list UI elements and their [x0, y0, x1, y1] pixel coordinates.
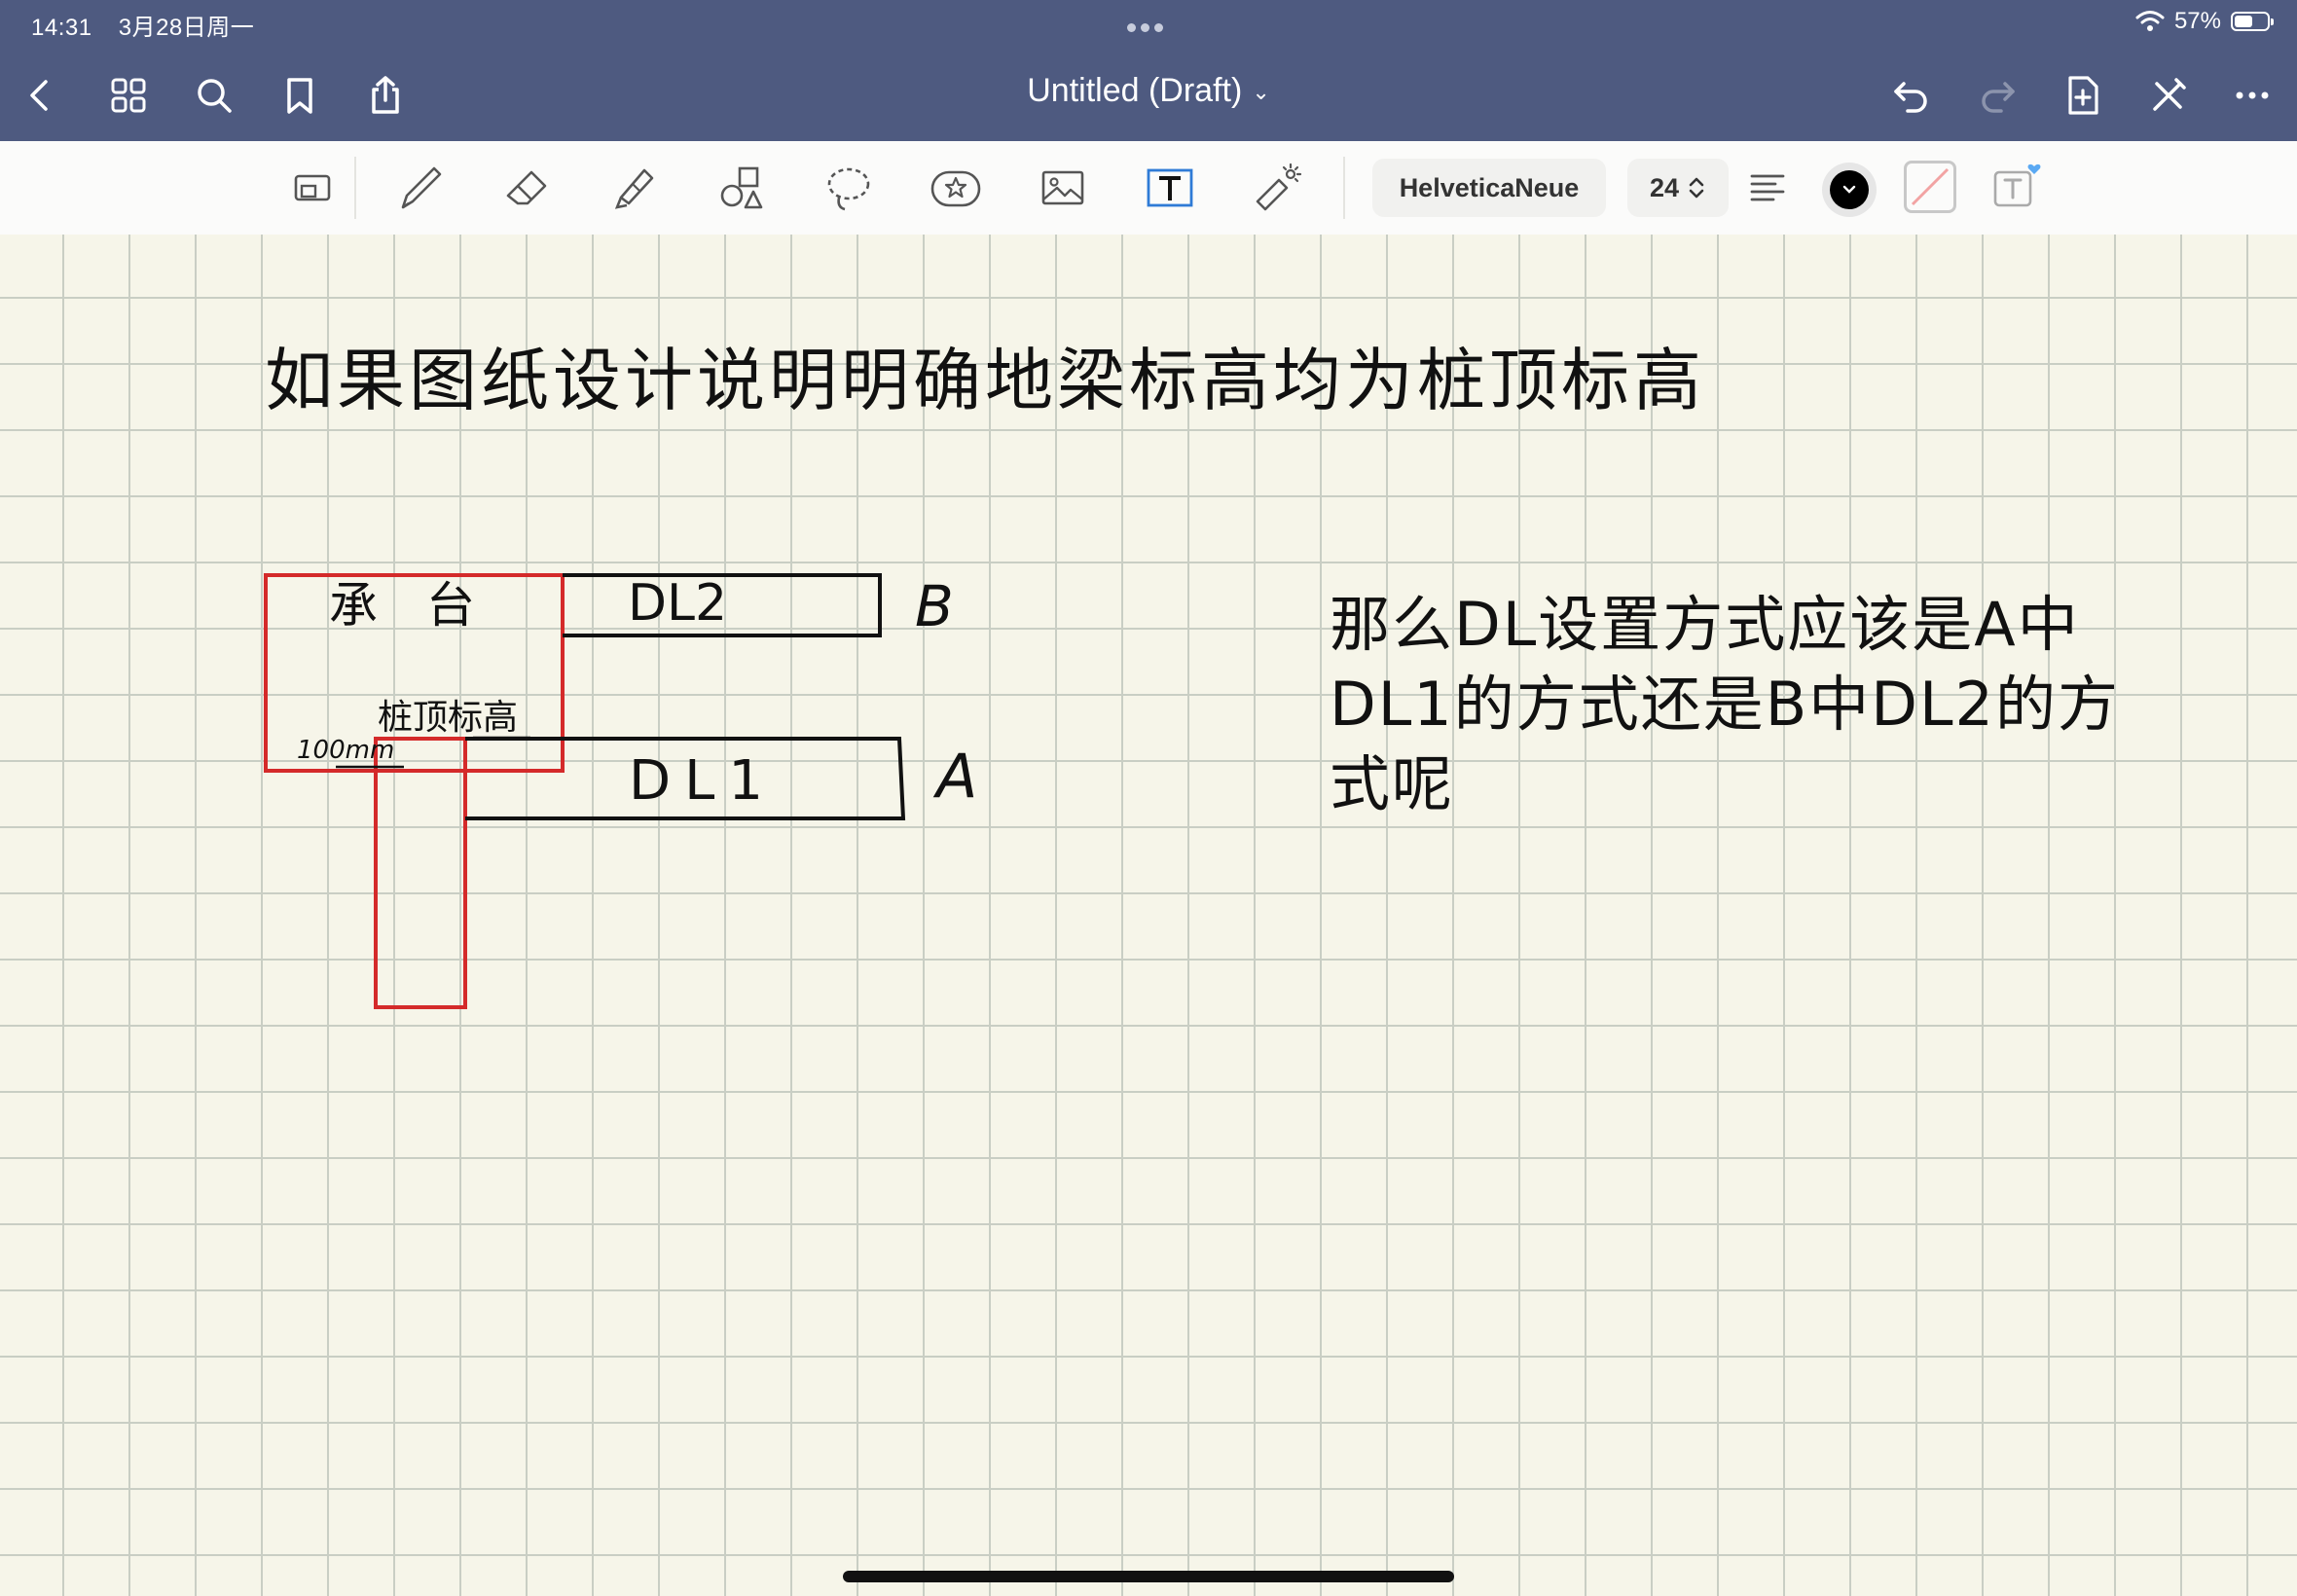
undo-icon: [1894, 82, 1927, 113]
handwritten-question: 那么DL设置方式应该是A中 DL1的方式还是B中DL2的方 式呢: [1330, 585, 2186, 824]
image-icon: [1041, 170, 1084, 205]
toolbar-divider: [354, 157, 356, 219]
laser-pointer-icon: [1256, 163, 1302, 211]
zoom-window-tool[interactable]: [280, 155, 346, 221]
top-app-bar: 14:31 3月28日周一 57% Untitled (Draft) ⌄: [0, 0, 2297, 141]
sticker-icon: [930, 170, 981, 207]
share-icon: [372, 76, 399, 114]
home-indicator[interactable]: [843, 1571, 1454, 1582]
more-button[interactable]: [2225, 68, 2279, 123]
add-page-button[interactable]: [2056, 68, 2110, 123]
note-canvas[interactable]: 如果图纸设计说明明确地梁标高均为桩顶标高 承 台 桩顶标高 100mm DL2 …: [0, 235, 2297, 1596]
font-size-select[interactable]: 24: [1627, 159, 1729, 217]
shapes-tool[interactable]: [709, 155, 775, 221]
close-pen-icon: [2153, 78, 2186, 111]
thumbnails-button[interactable]: [101, 68, 156, 123]
align-left-icon: [1750, 174, 1785, 201]
text-color-picker[interactable]: [1822, 163, 1877, 217]
lasso-icon: [827, 167, 870, 211]
search-icon: [198, 79, 232, 113]
fill-color-picker[interactable]: [1904, 161, 1956, 213]
shapes-icon: [720, 166, 763, 209]
status-time: 14:31: [31, 15, 92, 41]
beam-dl1-label: DL1: [629, 749, 777, 813]
back-chevron-icon: [30, 80, 48, 111]
pen-tool[interactable]: [387, 155, 454, 221]
battery-percent: 57%: [2173, 8, 2221, 34]
toolbar-divider: [1343, 157, 1345, 219]
eraser-icon: [506, 170, 547, 205]
sticker-tool[interactable]: [923, 155, 989, 221]
pen-gesture-button[interactable]: [2141, 68, 2196, 123]
font-family-value: HelveticaNeue: [1399, 172, 1580, 202]
image-tool[interactable]: [1030, 155, 1096, 221]
option-a-label: A: [932, 741, 977, 812]
document-title-button[interactable]: Untitled (Draft) ⌄: [973, 72, 1324, 110]
bookmark-icon: [287, 78, 312, 114]
no-fill-icon: [1911, 167, 1950, 206]
share-button[interactable]: [358, 68, 413, 123]
undo-button[interactable]: [1884, 68, 1939, 123]
redo-button[interactable]: [1970, 68, 2024, 123]
zoom-window-icon: [294, 174, 331, 201]
option-b-label: B: [915, 573, 954, 639]
lasso-tool[interactable]: [816, 155, 882, 221]
question-line: 那么DL设置方式应该是A中: [1330, 589, 2080, 660]
beam-dl2-label: DL2: [628, 574, 727, 633]
eraser-tool[interactable]: [494, 155, 561, 221]
redo-icon: [1982, 82, 2015, 113]
chevron-updown-icon: [1689, 177, 1704, 199]
battery-icon: [2231, 12, 2274, 31]
highlighter-icon: [614, 168, 654, 209]
title-chevron-icon: ⌄: [1252, 80, 1270, 105]
add-page-icon: [2068, 76, 2098, 115]
text-style-button[interactable]: [1982, 155, 2048, 221]
battery-fill: [2235, 16, 2253, 27]
color-chevron-icon: [1830, 170, 1869, 209]
text-align-button[interactable]: [1736, 157, 1799, 219]
font-family-select[interactable]: HelveticaNeue: [1372, 159, 1606, 217]
highlighter-tool[interactable]: [602, 155, 668, 221]
status-bar-right: 57%: [2135, 8, 2274, 35]
grid-icon: [111, 78, 146, 113]
laser-pointer-tool[interactable]: [1244, 155, 1310, 221]
question-line: 式呢: [1330, 748, 1455, 819]
status-bar-left: 14:31 3月28日周一: [31, 8, 273, 42]
text-tool[interactable]: [1137, 155, 1203, 221]
bookmark-button[interactable]: [273, 68, 327, 123]
pen-icon: [401, 166, 442, 209]
text-box-icon: [1993, 163, 2041, 207]
pile-top-elevation-label: 桩顶标高: [378, 698, 518, 738]
wifi-icon: [2135, 11, 2165, 31]
pile-outline: [374, 737, 467, 1009]
pile-cap-label: 承 台: [329, 577, 475, 634]
drawing-toolbar: HelveticaNeue 24: [0, 141, 2297, 236]
back-button[interactable]: [14, 68, 68, 123]
offset-100mm-label: 100mm: [297, 736, 394, 765]
more-icon: [2236, 91, 2269, 99]
font-size-value: 24: [1649, 172, 1680, 202]
structural-sketch: 承 台 桩顶标高 100mm DL2 DL1 B A: [264, 573, 977, 1009]
status-date: 3月28日周一: [118, 15, 255, 41]
text-icon: [1147, 168, 1193, 207]
search-button[interactable]: [187, 68, 241, 123]
question-line: DL1的方式还是B中DL2的方: [1330, 669, 2120, 740]
multitasking-dots-icon[interactable]: [1127, 19, 1170, 32]
document-title: Untitled (Draft): [1027, 72, 1243, 109]
